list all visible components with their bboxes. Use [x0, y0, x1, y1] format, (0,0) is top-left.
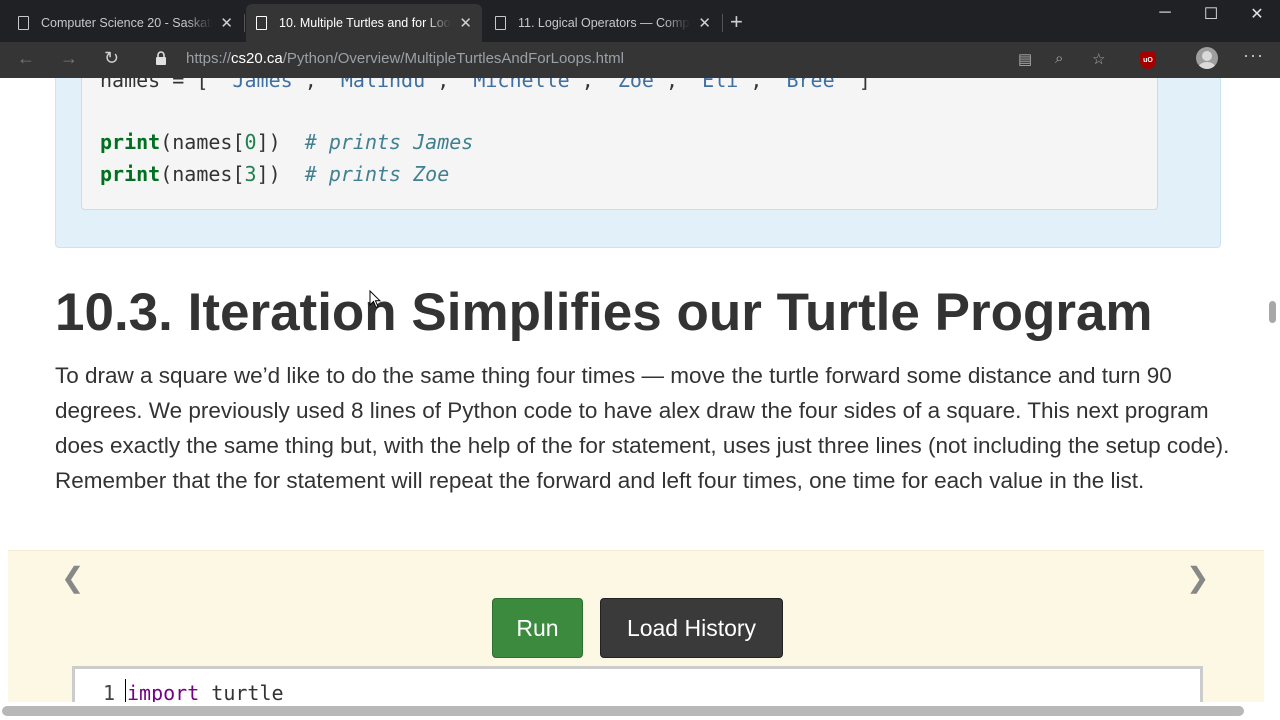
- chevron-left-icon[interactable]: ❮: [61, 561, 84, 594]
- code-string: 'James': [220, 78, 305, 92]
- code-comment: # prints Zoe: [304, 162, 450, 186]
- tab-computer-science-20[interactable]: Computer Science 20 - Saskatchewan ✕: [8, 4, 243, 42]
- browser-chrome: Computer Science 20 - Saskatchewan ✕ 10.…: [0, 0, 1280, 78]
- tab-separator: [244, 14, 245, 32]
- run-button[interactable]: Run: [492, 598, 583, 658]
- load-history-button[interactable]: Load History: [600, 598, 783, 658]
- close-tab-icon[interactable]: ✕: [698, 14, 711, 32]
- code-keyword: import: [127, 681, 200, 702]
- address-toolbar: ← → ↻ https://cs20.ca/Python/Overview/Mu…: [0, 42, 1280, 78]
- horizontal-scrollbar[interactable]: [0, 702, 1280, 720]
- code-string: 'Malindu': [328, 78, 438, 92]
- line-number: 1: [103, 681, 116, 702]
- reload-icon[interactable]: ↻: [104, 48, 119, 69]
- section-paragraph: To draw a square we’d like to do the sam…: [55, 363, 1230, 493]
- mouse-cursor-icon: [369, 290, 381, 309]
- new-tab-icon[interactable]: +: [730, 9, 743, 35]
- tab-multiple-turtles[interactable]: 10. Multiple Turtles and for Loops ✕: [246, 4, 482, 42]
- code-string: 'Michelle': [461, 78, 582, 92]
- lock-icon[interactable]: [155, 51, 167, 65]
- section-title: 10.3. Iteration Simplifies our Turtle Pr…: [55, 283, 1153, 342]
- tab-title: Computer Science 20 - Saskatchewan: [41, 16, 212, 30]
- code-editor[interactable]: 1 import turtle: [72, 666, 1203, 702]
- code-keyword: print: [100, 162, 161, 186]
- activecode-panel: ❮ ❯ Run Load History 1 import turtle: [8, 550, 1264, 702]
- vertical-scrollbar[interactable]: [1264, 78, 1280, 720]
- zoom-icon[interactable]: ⌕: [1055, 50, 1063, 67]
- code-line: print(names[0]) # prints James: [100, 130, 473, 154]
- close-tab-icon[interactable]: ✕: [459, 14, 472, 32]
- maximize-icon[interactable]: ☐: [1188, 4, 1234, 24]
- page-icon: [18, 16, 29, 30]
- read-aloud-icon[interactable]: ▤: [1018, 50, 1032, 68]
- code-string: 'Eli': [690, 78, 751, 92]
- code-text: names = [: [100, 78, 221, 92]
- vertical-scroll-thumb[interactable]: [1269, 301, 1276, 323]
- code-text: ]: [846, 78, 871, 92]
- tab-logical-operators[interactable]: 11. Logical Operators — Computer Science…: [485, 4, 721, 42]
- text-caret: [125, 679, 126, 702]
- ublock-icon[interactable]: uO: [1140, 52, 1156, 69]
- forward-arrow-icon[interactable]: →: [60, 48, 78, 69]
- close-window-icon[interactable]: ✕: [1234, 4, 1280, 24]
- tab-separator: [722, 14, 723, 32]
- tab-title: 11. Logical Operators — Computer Science…: [518, 16, 690, 30]
- minimize-icon[interactable]: ─: [1142, 4, 1188, 22]
- editor-line[interactable]: import turtle: [127, 681, 284, 702]
- code-line: names = [ 'James', 'Malindu', 'Michelle'…: [100, 78, 871, 92]
- code-string: 'Bree': [774, 78, 847, 92]
- page-content: names = [ 'James', 'Malindu', 'Michelle'…: [0, 78, 1264, 702]
- code-text: ]): [256, 130, 281, 154]
- tab-strip: Computer Science 20 - Saskatchewan ✕ 10.…: [0, 0, 1280, 42]
- url-path: /Python/Overview/MultipleTurtlesAndForLo…: [282, 50, 624, 67]
- code-number: 3: [244, 162, 257, 186]
- page-icon: [256, 16, 267, 30]
- url-scheme: https://: [186, 50, 232, 67]
- code-text: turtle: [199, 681, 284, 702]
- code-keyword: print: [100, 130, 161, 154]
- page-icon: [495, 16, 506, 30]
- code-string: 'Zoe': [605, 78, 667, 92]
- code-comment: # prints James: [304, 130, 474, 154]
- url-host: cs20.ca: [231, 50, 283, 67]
- code-text: (names[: [160, 130, 245, 154]
- code-line: print(names[3]) # prints Zoe: [100, 162, 449, 186]
- close-tab-icon[interactable]: ✕: [220, 14, 233, 32]
- address-bar[interactable]: https://cs20.ca/Python/Overview/Multiple…: [186, 50, 624, 67]
- chevron-right-icon[interactable]: ❯: [1186, 561, 1209, 594]
- tab-title: 10. Multiple Turtles and for Loops: [279, 16, 452, 30]
- code-number: 0: [244, 130, 257, 154]
- code-text: (names[: [160, 162, 245, 186]
- more-icon[interactable]: ···: [1243, 45, 1264, 66]
- back-arrow-icon[interactable]: ←: [17, 48, 35, 69]
- profile-icon[interactable]: [1196, 47, 1218, 69]
- horizontal-scroll-thumb[interactable]: [2, 706, 1244, 716]
- star-icon[interactable]: ☆: [1092, 50, 1105, 68]
- code-text: ]): [256, 162, 281, 186]
